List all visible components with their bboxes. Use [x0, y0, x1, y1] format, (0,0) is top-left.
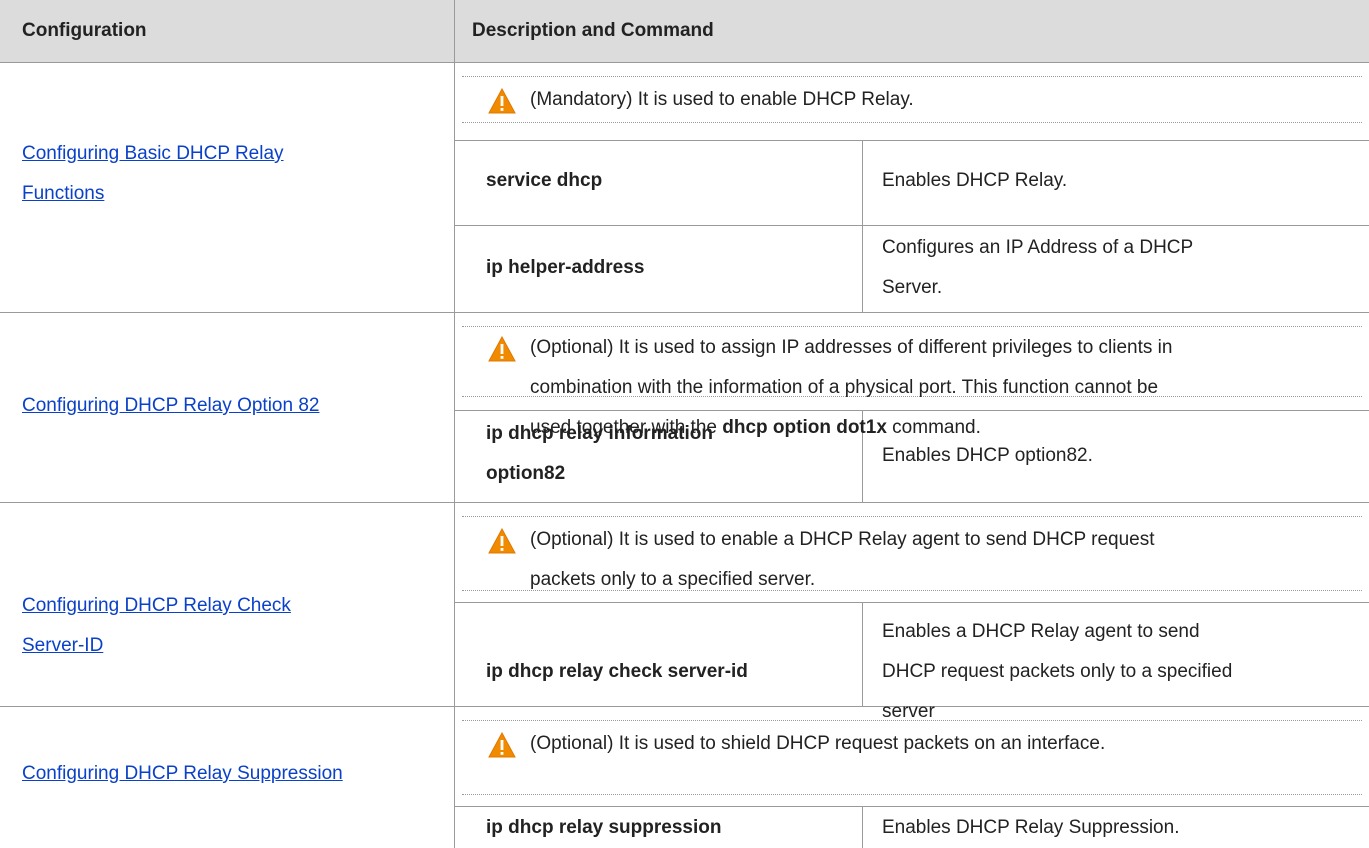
config-link-text[interactable]: Server-ID: [22, 635, 103, 656]
config-link-basic-dhcp-relay[interactable]: Configuring Basic DHCP Relay Functions: [22, 134, 432, 214]
warning-triangle-icon: [488, 528, 516, 554]
command-description: Configures an IP Address of a DHCP Serve…: [882, 237, 1194, 298]
warning-triangle-icon: [488, 88, 516, 114]
header-configuration: Configuration: [22, 20, 147, 41]
note-text: (Mandatory) It is used to enable DHCP Re…: [530, 89, 914, 110]
warning-triangle-icon: [488, 732, 516, 758]
command-description: Enables a DHCP Relay agent to send DHCP …: [882, 621, 1233, 722]
config-link-option-82[interactable]: Configuring DHCP Relay Option 82: [22, 386, 432, 426]
command-service-dhcp: service dhcp: [486, 170, 603, 191]
config-link-text[interactable]: Configuring DHCP Relay Option 82: [22, 395, 319, 416]
configuration-table: Configuration Description and Command Co…: [0, 0, 1369, 848]
warning-triangle-icon: [488, 336, 516, 362]
subcolumn-divider-4: [862, 806, 863, 848]
dotted-separator: [462, 326, 1362, 327]
config-link-text[interactable]: Configuring Basic DHCP Relay: [22, 143, 284, 164]
command-relay-information-option82: ip dhcp relay information option82: [486, 423, 713, 484]
command-ip-helper-address: ip helper-address: [486, 257, 645, 278]
config-link-relay-suppression[interactable]: Configuring DHCP Relay Suppression: [22, 754, 432, 794]
dotted-separator: [462, 122, 1362, 123]
column-divider: [454, 0, 455, 848]
config-link-text[interactable]: Functions: [22, 183, 104, 204]
subrow-separator: [454, 602, 1369, 603]
command-description: Enables DHCP option82.: [882, 445, 1093, 466]
config-link-text[interactable]: Configuring DHCP Relay Check: [22, 595, 291, 616]
subcolumn-divider-1: [862, 140, 863, 312]
command-description: Enables DHCP Relay Suppression.: [882, 817, 1180, 838]
command-description: Enables DHCP Relay.: [882, 170, 1068, 191]
subrow-separator: [454, 225, 1369, 226]
dotted-separator: [462, 794, 1362, 795]
subcolumn-divider-3: [862, 602, 863, 706]
note-text: (Optional) It is used to enable a DHCP R…: [530, 529, 1155, 590]
command-relay-check-server-id: ip dhcp relay check server-id: [486, 661, 748, 682]
dotted-separator: [462, 76, 1362, 77]
command-relay-suppression: ip dhcp relay suppression: [486, 817, 722, 838]
row-separator: [0, 312, 1369, 313]
header-description-command: Description and Command: [472, 20, 714, 41]
config-link-text[interactable]: Configuring DHCP Relay Suppression: [22, 763, 343, 784]
note-text: (Optional) It is used to shield DHCP req…: [530, 733, 1106, 754]
subrow-separator: [454, 806, 1369, 807]
dotted-separator: [462, 516, 1362, 517]
subrow-separator: [454, 140, 1369, 141]
table-header: Configuration Description and Command: [0, 0, 1369, 63]
config-link-check-server-id[interactable]: Configuring DHCP Relay Check Server-ID: [22, 586, 432, 666]
row-separator: [0, 502, 1369, 503]
